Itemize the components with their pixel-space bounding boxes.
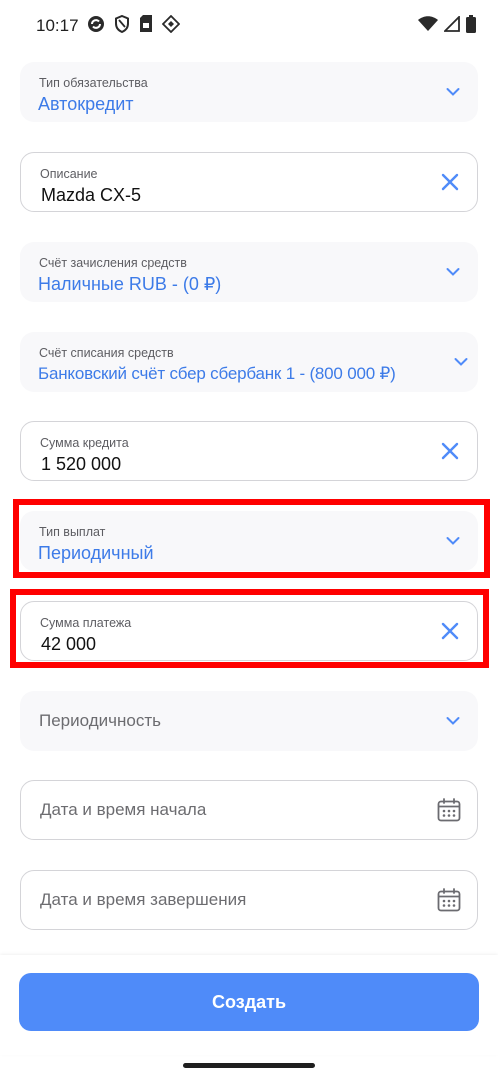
diamond-icon: [161, 14, 180, 38]
periodicity-select[interactable]: Периодичность: [20, 691, 478, 751]
clear-loan-amount-icon[interactable]: [441, 442, 459, 460]
loan-amount-value: 1 520 000: [41, 454, 122, 474]
highlight-box-payment-amount: [10, 589, 489, 668]
clear-description-icon[interactable]: [441, 173, 459, 191]
calendar-icon[interactable]: [437, 798, 461, 822]
sync-icon: [87, 15, 105, 38]
end-datetime-input[interactable]: Дата и время завершения: [20, 870, 478, 930]
home-indicator[interactable]: [183, 1063, 315, 1068]
debit-account-label: Счёт списания средств: [39, 346, 174, 360]
status-time: 10:17: [36, 16, 79, 35]
obligation-type-label: Тип обязательства: [39, 76, 148, 90]
status-bar: 10:17: [0, 0, 498, 52]
credit-account-label: Счёт зачисления средств: [39, 256, 187, 270]
loan-amount-input[interactable]: Сумма кредита 1 520 000: [20, 421, 478, 481]
sim-card-icon: [139, 15, 153, 37]
end-datetime-placeholder: Дата и время завершения: [40, 890, 247, 909]
chevron-down-icon: [446, 88, 460, 97]
credit-account-value: Наличные RUB - (0 ₽): [38, 274, 222, 294]
description-input[interactable]: Описание Mazda CX-5: [20, 152, 478, 212]
description-label: Описание: [40, 167, 98, 181]
start-datetime-placeholder: Дата и время начала: [40, 800, 207, 819]
periodicity-placeholder: Периодичность: [39, 711, 161, 730]
shield-icon: [114, 14, 130, 38]
debit-account-value: Банковский счёт сбер сбербанк 1 - (800 0…: [38, 364, 396, 383]
calendar-icon[interactable]: [437, 888, 461, 912]
chevron-down-icon: [454, 358, 468, 367]
debit-account-select[interactable]: Счёт списания средств Банковский счёт сб…: [20, 332, 478, 392]
highlight-box-payment-type: [13, 499, 490, 578]
wifi-icon: [418, 15, 438, 37]
start-datetime-input[interactable]: Дата и время начала: [20, 780, 478, 840]
loan-amount-label: Сумма кредита: [40, 436, 129, 450]
create-button[interactable]: Создать: [19, 973, 479, 1031]
chevron-down-icon: [446, 717, 460, 726]
signal-icon: [442, 14, 460, 37]
obligation-type-select[interactable]: Тип обязательства Автокредит: [20, 62, 478, 122]
obligation-type-value: Автокредит: [38, 94, 134, 114]
description-value: Mazda CX-5: [41, 185, 142, 205]
battery-icon: [466, 14, 476, 38]
chevron-down-icon: [446, 268, 460, 277]
credit-account-select[interactable]: Счёт зачисления средств Наличные RUB - (…: [20, 242, 478, 302]
